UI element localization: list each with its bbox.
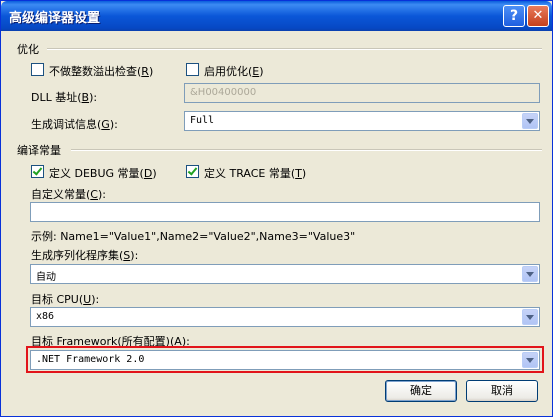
- ok-button[interactable]: 确定: [385, 380, 457, 402]
- chevron-down-icon[interactable]: [522, 352, 538, 368]
- advanced-compiler-settings-dialog: 高级编译器设置 ? ✕ 优化 不做整数溢出检查(R) 启用优化(E) DLL 基…: [0, 0, 553, 417]
- title-bar[interactable]: 高级编译器设置 ? ✕: [1, 1, 552, 31]
- target-cpu-value: x86: [36, 311, 55, 322]
- checkmark-icon: [187, 165, 198, 176]
- target-cpu-select[interactable]: x86: [30, 307, 540, 327]
- custom-constants-input[interactable]: [30, 202, 540, 222]
- section-divider: [47, 48, 542, 50]
- section-label-compile-constants: 编译常量: [17, 144, 61, 157]
- chevron-down-icon[interactable]: [522, 266, 538, 282]
- cancel-button[interactable]: 取消: [466, 380, 538, 402]
- checkmark-icon: [32, 165, 43, 176]
- section-label-optimize: 优化: [17, 43, 39, 56]
- overflow-check-checkbox[interactable]: [31, 63, 44, 76]
- example-text: 示例: Name1="Value1",Name2="Value2",Name3=…: [31, 230, 356, 243]
- debug-info-select[interactable]: Full: [184, 111, 540, 131]
- define-trace-label: 定义 TRACE 常量(T): [204, 167, 307, 180]
- chevron-down-icon[interactable]: [522, 309, 538, 325]
- target-cpu-label: 目标 CPU(U):: [31, 293, 100, 306]
- serialization-select[interactable]: 自动: [30, 264, 540, 284]
- serialization-value: 自动: [36, 272, 56, 283]
- dialog-title: 高级编译器设置: [9, 11, 101, 26]
- overflow-check-label: 不做整数溢出检查(R): [49, 65, 154, 78]
- dll-base-field[interactable]: &H00400000: [184, 83, 540, 103]
- section-divider: [71, 149, 542, 151]
- define-trace-checkbox[interactable]: [186, 165, 199, 178]
- define-debug-checkbox[interactable]: [31, 165, 44, 178]
- help-button[interactable]: ?: [503, 5, 525, 27]
- debug-info-label: 生成调试信息(G):: [31, 118, 118, 131]
- target-framework-value: .NET Framework 2.0: [36, 354, 145, 365]
- serialization-label: 生成序列化程序集(S):: [31, 249, 139, 262]
- define-debug-label: 定义 DEBUG 常量(D): [49, 167, 157, 180]
- close-button[interactable]: ✕: [527, 5, 549, 27]
- custom-constants-label: 自定义常量(C):: [31, 188, 106, 201]
- debug-info-value: Full: [190, 115, 215, 126]
- target-framework-select[interactable]: .NET Framework 2.0: [30, 350, 540, 370]
- chevron-down-icon[interactable]: [522, 113, 538, 129]
- enable-optimization-label: 启用优化(E): [204, 65, 264, 78]
- dll-base-label: DLL 基址(B):: [31, 91, 98, 104]
- enable-optimization-checkbox[interactable]: [186, 63, 199, 76]
